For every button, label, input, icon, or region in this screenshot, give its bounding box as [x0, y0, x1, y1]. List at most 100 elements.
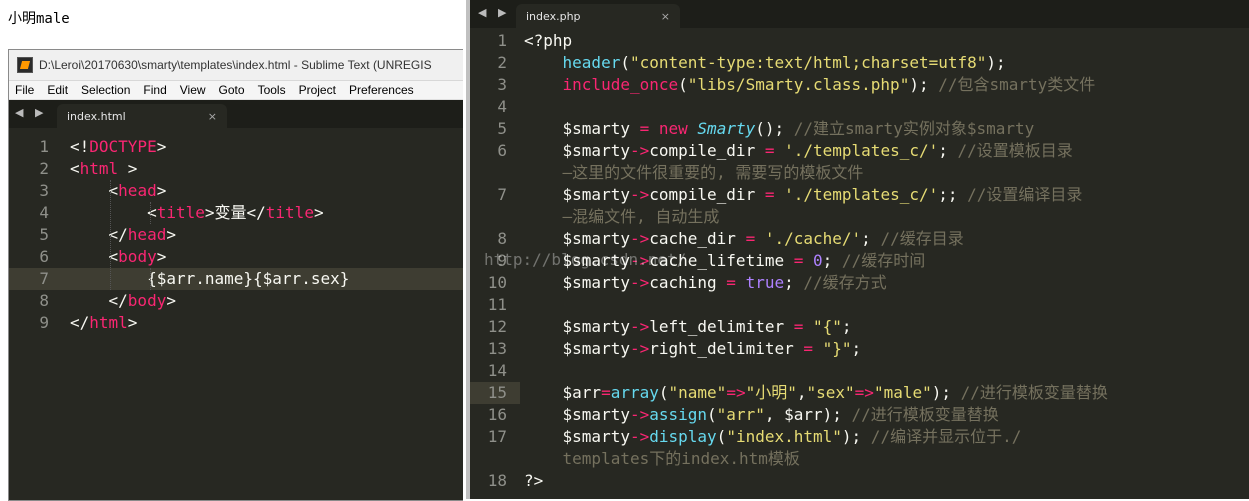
- code-token: );: [986, 53, 1006, 72]
- code-token: ;;: [938, 185, 958, 204]
- code-line: 11: [470, 294, 1249, 316]
- code-token: ->: [629, 317, 650, 336]
- code-token: cache_dir: [649, 229, 746, 248]
- tab-nav-arrows-icon[interactable]: ◀ ▶: [478, 6, 510, 19]
- code-line: 5 </head>: [9, 224, 463, 246]
- code-line: 9 $smarty->cache_lifetime = 0; //缓存时间: [470, 250, 1249, 272]
- code-token: $smarty: [524, 427, 630, 446]
- code-token: //设置模板目录: [947, 141, 1073, 160]
- menu-item-selection[interactable]: Selection: [81, 83, 130, 97]
- code-token: './templates_c/': [784, 141, 939, 160]
- code-text: $smarty->caching = true; //缓存方式: [524, 272, 887, 294]
- code-line: 7 {$arr.name}{$arr.sex}: [9, 268, 463, 290]
- code-text: —这里的文件很重要的, 需要写的模板文件: [524, 162, 864, 184]
- tab-label: index.html: [67, 109, 126, 123]
- code-token: );: [909, 75, 929, 94]
- code-token: </: [70, 291, 128, 310]
- code-token: DOCTYPE: [89, 137, 157, 156]
- tab-index-php[interactable]: index.php ×: [516, 4, 680, 28]
- code-line: —混编文件, 自动生成: [470, 206, 1249, 228]
- code-line: 12 $smarty->left_delimiter = "{";: [470, 316, 1249, 338]
- line-number: 15: [487, 383, 507, 402]
- code-line: 10 $smarty->caching = true; //缓存方式: [470, 272, 1249, 294]
- title-bar[interactable]: D:\Leroi\20170630\smarty\templates\index…: [9, 50, 463, 81]
- code-token: ;: [784, 273, 794, 292]
- window-title: D:\Leroi\20170630\smarty\templates\index…: [39, 58, 432, 72]
- code-token: =: [601, 383, 611, 402]
- code-text: <html >: [70, 158, 137, 180]
- indent-guide: [150, 202, 151, 224]
- menu-item-project[interactable]: Project: [299, 83, 336, 97]
- line-number: 9: [497, 251, 507, 270]
- line-number: 6: [39, 247, 49, 266]
- code-token: =>: [854, 383, 874, 402]
- tab-nav-arrows-icon[interactable]: ◀ ▶: [15, 106, 47, 119]
- code-token: ();: [755, 119, 785, 138]
- code-line: —这里的文件很重要的, 需要写的模板文件: [470, 162, 1249, 184]
- code-token: (: [716, 427, 727, 446]
- code-token: //编译并显示位于./: [861, 427, 1022, 446]
- close-icon[interactable]: ×: [661, 10, 670, 23]
- code-token: (: [658, 383, 669, 402]
- code-token: left_delimiter: [649, 317, 794, 336]
- code-editor-right[interactable]: 1 <?php 2 header("content-type:text/html;c…: [470, 30, 1249, 492]
- line-number: 11: [487, 295, 507, 314]
- code-token: $arr: [524, 383, 602, 402]
- code-text: <title>变量</title>: [70, 202, 324, 224]
- line-number: 5: [39, 225, 49, 244]
- menu-item-tools[interactable]: Tools: [258, 83, 286, 97]
- code-token: "content-type:text/html;charset=utf8": [629, 53, 987, 72]
- code-token: 0: [813, 251, 823, 270]
- code-text: $smarty->cache_lifetime = 0; //缓存时间: [524, 250, 926, 272]
- indent-guide: [110, 180, 111, 290]
- code-line: 6 $smarty->compile_dir = './templates_c/…: [470, 140, 1249, 162]
- line-number: 8: [39, 291, 49, 310]
- code-line: 2 <html >: [9, 158, 463, 180]
- code-token: $smarty: [524, 119, 640, 138]
- code-text: $arr=array("name"=>"小明","sex"=>"male"); …: [524, 382, 1108, 404]
- tab-index-html[interactable]: index.html ×: [57, 104, 227, 128]
- line-number: 6: [497, 141, 507, 160]
- sublime-window-index-html: D:\Leroi\20170630\smarty\templates\index…: [8, 49, 463, 501]
- code-token: right_delimiter: [649, 339, 804, 358]
- code-token: ;: [841, 317, 852, 336]
- code-token: (: [620, 53, 630, 72]
- code-token: (: [678, 75, 688, 94]
- code-text: <!DOCTYPE>: [70, 136, 166, 158]
- sublime-app-icon: [17, 57, 33, 73]
- code-line: 7 $smarty->compile_dir = './templates_c/…: [470, 184, 1249, 206]
- code-token: ;: [861, 229, 871, 248]
- close-icon[interactable]: ×: [208, 110, 217, 123]
- line-number: 1: [497, 31, 507, 50]
- code-line: 15 $arr=array("name"=>"小明","sex"=>"male"…: [470, 382, 1249, 404]
- menu-item-edit[interactable]: Edit: [47, 83, 68, 97]
- code-token: //建立smarty实例对象$smarty: [784, 119, 1035, 138]
- code-line: 9 </html>: [9, 312, 463, 334]
- code-token: './cache/': [764, 229, 862, 248]
- code-token: >: [127, 313, 138, 332]
- code-token: ->: [629, 185, 650, 204]
- menu-item-view[interactable]: View: [180, 83, 206, 97]
- code-text: $smarty->cache_dir = './cache/'; //缓存目录: [524, 228, 964, 250]
- code-token: >: [166, 225, 176, 244]
- line-number: 7: [39, 269, 49, 288]
- code-text: </head>: [70, 224, 176, 246]
- code-token: $smarty: [524, 229, 630, 248]
- code-editor-left[interactable]: 1 <!DOCTYPE> 2 <html >3 <head> 4 <title>变量</…: [9, 136, 463, 334]
- menu-item-find[interactable]: Find: [143, 83, 166, 97]
- code-line: 17 $smarty->display("index.html"); //编译并…: [470, 426, 1249, 448]
- menu-item-preferences[interactable]: Preferences: [349, 83, 414, 97]
- code-token: >: [156, 137, 167, 156]
- code-text: —混编文件, 自动生成: [524, 206, 720, 228]
- menu-item-goto[interactable]: Goto: [219, 83, 245, 97]
- code-line: 16 $smarty->assign("arr", $arr); //进行模板变…: [470, 404, 1249, 426]
- code-token: =: [726, 273, 736, 292]
- menu-item-file[interactable]: File: [15, 83, 34, 97]
- sublime-window-index-php: ◀ ▶ index.php × 1 <?php 2 header("content-…: [466, 0, 1249, 499]
- code-token: cache_lifetime: [649, 251, 794, 270]
